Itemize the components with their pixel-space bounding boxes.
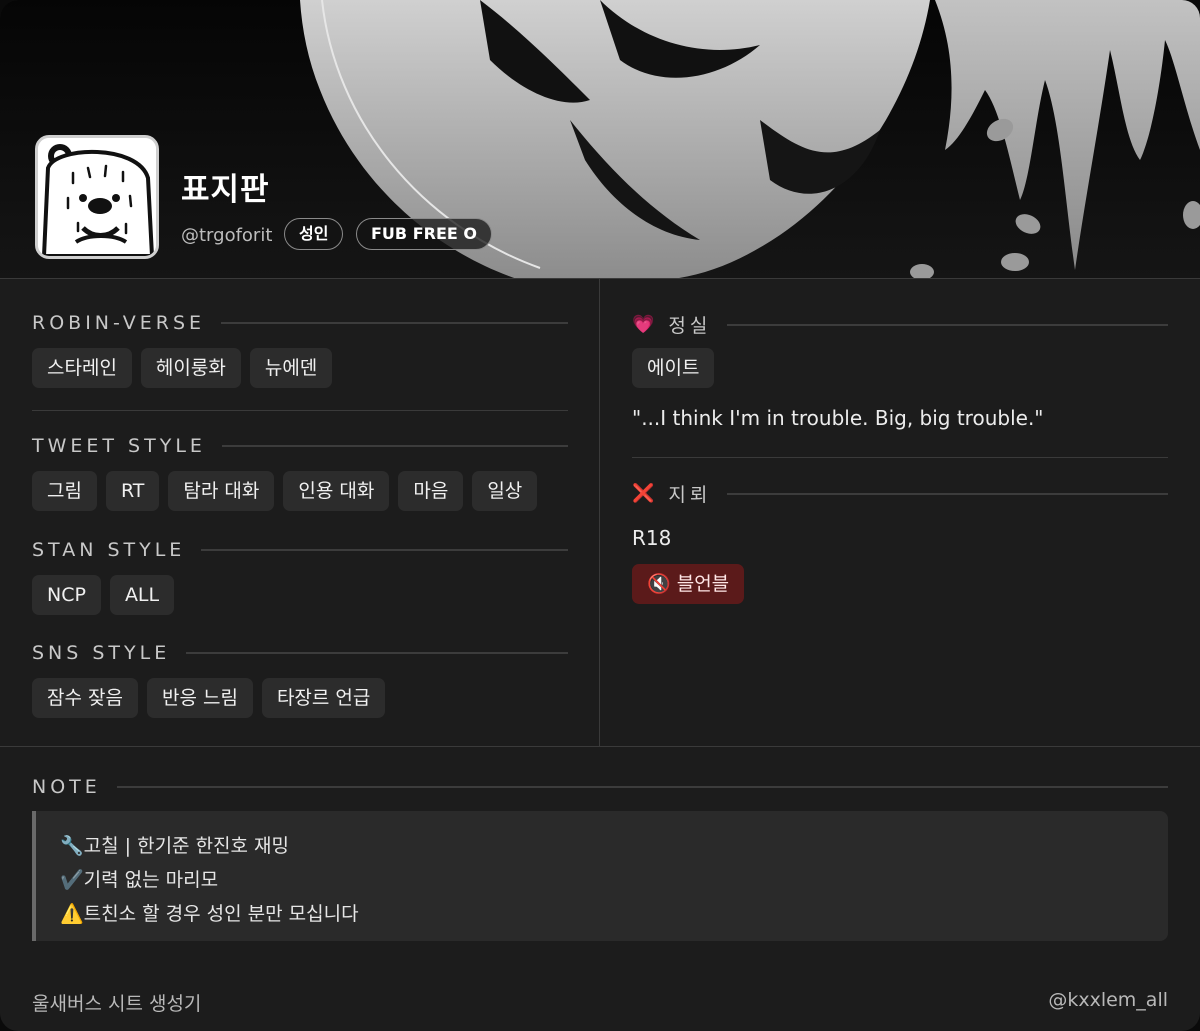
favorite-tags: 에이트 (632, 348, 715, 388)
robin-verse-tags: 스타레인 헤이룽화 뉴에덴 (32, 348, 333, 388)
tag: 그림 (32, 471, 97, 511)
header-banner-art (300, 0, 1200, 278)
tag: 뉴에덴 (249, 348, 333, 388)
section-title: NOTE (32, 776, 101, 798)
header-divider (0, 278, 1200, 279)
heart-icon: 💗 (632, 314, 655, 335)
tag: ALL (109, 575, 175, 615)
section-title: SNS STYLE (32, 642, 171, 664)
section-note: NOTE (32, 776, 1168, 798)
cross-icon: ❌ (632, 483, 655, 504)
section-mine: ❌ 지뢰 (632, 480, 1168, 507)
tag: 반응 느림 (146, 678, 253, 718)
tweet-style-tags: 그림 RT 탐라 대화 인용 대화 마음 일상 (32, 471, 538, 511)
fub-free-badge: FUB FREE O (356, 218, 492, 250)
title-rule (727, 492, 1168, 495)
mine-tags: 🔇 블언블 (632, 564, 745, 604)
muted-speaker-icon: 🔇 (647, 573, 671, 595)
section-favorite: 💗 정실 (632, 311, 1168, 338)
section-robin-verse: ROBIN-VERSE (32, 312, 568, 334)
note-line: 🔧고칠 | 한기준 한진호 재밍 (60, 835, 290, 857)
title-rule (221, 445, 568, 447)
tag-label: 블언블 (676, 573, 730, 595)
tag: 마음 (398, 471, 464, 511)
section-tweet-style: TWEET STYLE (32, 435, 568, 457)
title-rule (727, 323, 1168, 326)
column-divider (599, 279, 600, 746)
section-sns-style: SNS STYLE (32, 642, 568, 664)
section-divider (632, 457, 1168, 458)
tag: RT (105, 471, 160, 511)
mute-block-tag: 🔇 블언블 (632, 564, 745, 604)
generator-credit: 울새버스 시트 생성기 (32, 993, 202, 1015)
section-stan-style: STAN STYLE (32, 539, 568, 561)
stan-style-tags: NCP ALL (32, 575, 175, 615)
title-rule (221, 322, 568, 324)
adult-badge: 성인 (284, 218, 344, 250)
bear-avatar-illustration (38, 138, 156, 256)
tag: 일상 (472, 471, 538, 511)
tag: 잠수 잦음 (32, 678, 138, 718)
mine-value: R18 (632, 526, 672, 550)
profile-handle: @trgoforit (181, 225, 273, 246)
title-rule (186, 652, 568, 654)
profile-card: 표지판 @trgoforit 성인 FUB FREE O ROBIN-VERSE… (0, 0, 1200, 1031)
profile-header: 표지판 @trgoforit 성인 FUB FREE O (0, 0, 1200, 278)
title-rule (201, 549, 568, 551)
tag: 에이트 (632, 348, 715, 388)
section-title: 지뢰 (668, 484, 712, 506)
note-box: 🔧고칠 | 한기준 한진호 재밍 ✔️기력 없는 마리모 ⚠️트친소 할 경우 … (32, 811, 1168, 941)
author-handle: @kxxlem_all (1048, 989, 1168, 1011)
section-title: 정실 (668, 315, 712, 337)
tag: 인용 대화 (283, 471, 390, 511)
sns-style-tags: 잠수 잦음 반응 느림 타장르 언급 (32, 678, 386, 718)
favorite-quote: "...I think I'm in trouble. Big, big tro… (632, 406, 1044, 430)
note-line: ⚠️트친소 할 경우 성인 분만 모십니다 (60, 903, 359, 925)
tag: 탐라 대화 (168, 471, 275, 511)
tag: 스타레인 (32, 348, 132, 388)
section-title: ROBIN-VERSE (32, 312, 206, 334)
profile-name: 표지판 (181, 172, 270, 208)
title-rule (116, 786, 1168, 788)
section-title: TWEET STYLE (32, 435, 206, 457)
tag: 헤이룽화 (140, 348, 241, 388)
avatar (35, 135, 159, 259)
section-divider (32, 410, 568, 411)
section-title: STAN STYLE (32, 539, 186, 561)
note-line: ✔️기력 없는 마리모 (60, 869, 219, 891)
body-divider (0, 746, 1200, 747)
tag: 타장르 언급 (261, 678, 386, 718)
tag: NCP (32, 575, 101, 615)
